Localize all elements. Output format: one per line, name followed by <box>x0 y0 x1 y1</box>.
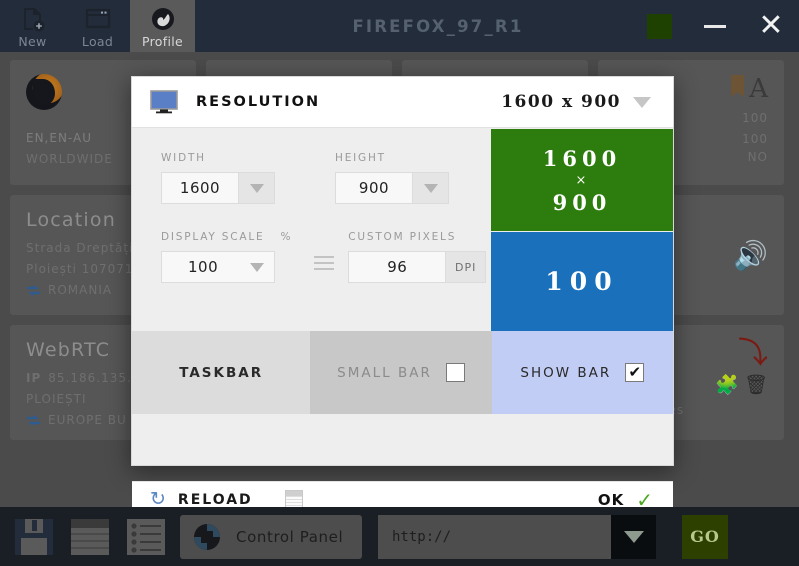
display-scale-select[interactable]: 100 <box>161 251 275 283</box>
small-bar-label: SMALL BAR <box>337 364 432 381</box>
preview-height: 900 <box>552 189 612 215</box>
url-input[interactable]: http:// <box>378 514 611 559</box>
trash-icon: 🗑 <box>743 374 768 396</box>
webrtc-ip-value: 85.186.135.2 <box>48 371 141 385</box>
firefox-logo <box>26 74 62 110</box>
webrtc-region: EUROPE BU <box>48 413 127 427</box>
preview-separator: × <box>575 172 589 188</box>
new-document-icon <box>18 6 48 32</box>
show-bar-label: SHOW BAR <box>520 364 612 381</box>
control-panel-label: Control Panel <box>236 527 344 546</box>
window-title: FIREFOX_97_R1 <box>352 16 524 36</box>
chevron-down-icon <box>249 183 264 193</box>
list-button[interactable] <box>124 517 168 557</box>
scale-field-row: DISPLAY SCALE% 100 CUSTOM PIXELS 96 DPI <box>132 204 491 283</box>
chevron-down-icon <box>423 183 438 193</box>
save-button[interactable] <box>12 517 56 557</box>
firefox-icon <box>148 6 178 32</box>
chevron-down-icon <box>623 530 644 543</box>
width-field-group: WIDTH 1600 <box>161 152 275 204</box>
reload-button[interactable]: RELOAD <box>178 492 253 508</box>
tab-profile-label: Profile <box>142 34 183 49</box>
close-icon: ✕ <box>758 8 784 43</box>
puzzle-icon: 🧩 <box>715 374 739 396</box>
window-button[interactable] <box>68 517 112 557</box>
resolution-selector[interactable]: 1600 x 900 <box>501 92 651 112</box>
display-scale-value: 100 <box>188 258 219 276</box>
display-scale-text: DISPLAY SCALE <box>161 231 265 243</box>
preview-scale: 100 <box>545 267 619 296</box>
percent-symbol: % <box>280 231 293 243</box>
go-button[interactable]: GO <box>682 514 728 559</box>
glyphs-value: 100 <box>742 111 768 125</box>
url-history-button[interactable] <box>611 514 656 559</box>
dpi-unit: DPI <box>446 251 487 283</box>
taskbar-options: TASKBAR SMALL BAR SHOW BAR ✔ <box>132 331 673 414</box>
display-scale-label: DISPLAY SCALE% <box>161 231 292 243</box>
display-scale-group: DISPLAY SCALE% 100 <box>161 231 292 283</box>
scale-preview-panel: 100 <box>491 232 673 331</box>
dialog-body: WIDTH 1600 HEIGHT 900 DISPLAY SCALE % 10… <box>132 128 673 414</box>
list-icon <box>127 518 165 555</box>
selected-resolution: 1600 x 900 <box>501 92 621 112</box>
bookmark-icon <box>731 75 745 97</box>
minimize-icon <box>704 24 726 28</box>
size-field-row: WIDTH 1600 HEIGHT 900 <box>132 128 491 204</box>
monitor-icon <box>150 90 178 114</box>
status-square <box>646 13 672 39</box>
preview-width: 1600 <box>542 145 622 171</box>
custom-pixels-input[interactable]: 96 <box>348 251 447 283</box>
sync-icon <box>27 284 40 296</box>
custom-pixels-wrap: CUSTOM PIXELS 96 DPI <box>314 231 487 283</box>
show-bar-checkbox[interactable]: ✔ <box>625 363 645 382</box>
chevron-down-icon <box>250 262 264 272</box>
resolution-dialog: RESOLUTION 1600 x 900 WIDTH 1600 HEIGHT … <box>131 76 674 517</box>
small-bar-panel[interactable]: SMALL BAR <box>310 331 492 414</box>
width-input[interactable]: 1600 <box>161 172 239 204</box>
tab-load[interactable]: Load <box>65 0 130 52</box>
tab-new-label: New <box>18 34 47 49</box>
control-panel-logo-icon <box>194 523 220 550</box>
height-field-group: HEIGHT 900 <box>335 152 449 204</box>
control-panel-button[interactable]: Control Panel <box>180 514 362 559</box>
url-bar: http:// <box>378 514 656 559</box>
dialog-title: RESOLUTION <box>196 94 321 110</box>
taskbar-label: TASKBAR <box>179 364 264 381</box>
height-stepper[interactable] <box>413 172 449 204</box>
show-bar-panel[interactable]: SHOW BAR ✔ <box>491 331 673 414</box>
close-button[interactable]: ✕ <box>743 0 799 52</box>
bottom-dock: Control Panel http:// GO <box>0 507 799 566</box>
tab-new[interactable]: New <box>0 0 65 52</box>
save-icon <box>15 518 53 555</box>
window-icon <box>71 518 109 555</box>
custom-pixels-label: CUSTOM PIXELS <box>348 231 457 243</box>
title-bar: New Load Profile FIREFOX_97_R1 ✕ <box>0 0 799 52</box>
fonts-flag: NO <box>747 150 768 164</box>
taskbar-panel[interactable]: TASKBAR <box>132 331 311 414</box>
small-bar-checkbox[interactable] <box>445 363 465 382</box>
height-input[interactable]: 900 <box>335 172 413 204</box>
chevron-down-icon <box>633 96 651 108</box>
resolution-preview-panel: 1600 × 900 <box>491 129 673 231</box>
red-arrow-icon: ⤵ <box>738 336 768 371</box>
status-indicator[interactable] <box>631 0 687 52</box>
font-glyph-icon: A <box>749 74 768 104</box>
height-label: HEIGHT <box>335 152 386 164</box>
sync-icon <box>27 414 40 426</box>
tab-profile[interactable]: Profile <box>130 0 195 52</box>
custom-pixels-group: CUSTOM PIXELS 96 DPI <box>348 231 487 283</box>
width-stepper[interactable] <box>239 172 275 204</box>
speaker-icon: 🔊 <box>733 239 768 272</box>
minimize-button[interactable] <box>687 0 743 52</box>
location-country: ROMANIA <box>48 283 113 297</box>
equals-icon <box>314 256 335 274</box>
ok-button[interactable]: OK <box>598 491 624 509</box>
fontlang-value: 100 <box>742 132 768 146</box>
width-label: WIDTH <box>161 152 206 164</box>
webrtc-ip-label: IP <box>26 371 42 385</box>
dialog-header: RESOLUTION 1600 x 900 <box>132 77 673 128</box>
window-icon <box>83 6 113 32</box>
tab-load-label: Load <box>81 34 114 49</box>
